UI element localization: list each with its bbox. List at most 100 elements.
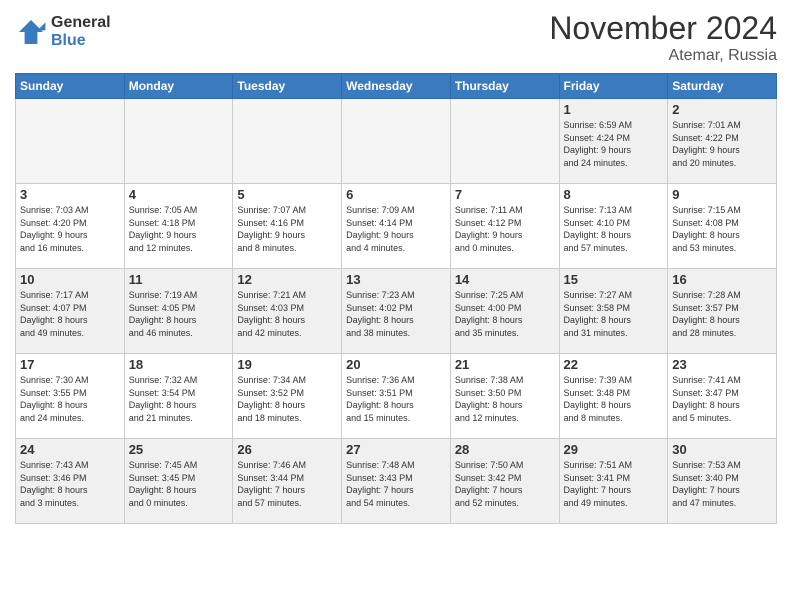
calendar-cell: 2 Sunrise: 7:01 AM Sunset: 4:22 PM Daylig… xyxy=(668,99,777,184)
day-number: 4 xyxy=(129,187,229,202)
calendar-cell: 17 Sunrise: 7:30 AM Sunset: 3:55 PM Dayli… xyxy=(16,354,125,439)
day-info: Sunrise: 7:19 AM Sunset: 4:05 PM Dayligh… xyxy=(129,289,229,339)
day-info: Sunrise: 7:51 AM Sunset: 3:41 PM Dayligh… xyxy=(564,459,664,509)
day-info: Sunrise: 7:03 AM Sunset: 4:20 PM Dayligh… xyxy=(20,204,120,254)
calendar-cell: 11 Sunrise: 7:19 AM Sunset: 4:05 PM Dayli… xyxy=(124,269,233,354)
day-number: 30 xyxy=(672,442,772,457)
day-number: 16 xyxy=(672,272,772,287)
day-number: 17 xyxy=(20,357,120,372)
week-row-4: 17 Sunrise: 7:30 AM Sunset: 3:55 PM Dayli… xyxy=(16,354,777,439)
day-number: 15 xyxy=(564,272,664,287)
day-number: 11 xyxy=(129,272,229,287)
calendar-cell: 29 Sunrise: 7:51 AM Sunset: 3:41 PM Dayli… xyxy=(559,439,668,524)
weekday-header-saturday: Saturday xyxy=(668,74,777,99)
calendar-cell: 18Sunrise: 7:32 AM Sunset: 3:54 PM Dayli… xyxy=(124,354,233,439)
calendar-cell: 20 Sunrise: 7:36 AM Sunset: 3:51 PM Dayli… xyxy=(342,354,451,439)
calendar-cell: 22 Sunrise: 7:39 AM Sunset: 3:48 PM Dayli… xyxy=(559,354,668,439)
day-number: 28 xyxy=(455,442,555,457)
day-number: 1 xyxy=(564,102,664,117)
calendar-cell: 23 Sunrise: 7:41 AM Sunset: 3:47 PM Dayli… xyxy=(668,354,777,439)
logo: General Blue xyxy=(15,14,111,50)
day-info: Sunrise: 7:15 AM Sunset: 4:08 PM Dayligh… xyxy=(672,204,772,254)
calendar-cell: 7 Sunrise: 7:11 AM Sunset: 4:12 PM Daylig… xyxy=(450,184,559,269)
day-number: 14 xyxy=(455,272,555,287)
calendar-cell xyxy=(124,99,233,184)
calendar-cell: 4 Sunrise: 7:05 AM Sunset: 4:18 PM Daylig… xyxy=(124,184,233,269)
calendar-cell: 27 Sunrise: 7:48 AM Sunset: 3:43 PM Dayli… xyxy=(342,439,451,524)
day-info: Sunrise: 7:48 AM Sunset: 3:43 PM Dayligh… xyxy=(346,459,446,509)
calendar-cell: 19 Sunrise: 7:34 AM Sunset: 3:52 PM Dayli… xyxy=(233,354,342,439)
weekday-header-row: SundayMondayTuesdayWednesdayThursdayFrid… xyxy=(16,74,777,99)
day-number: 6 xyxy=(346,187,446,202)
calendar-cell: 15 Sunrise: 7:27 AM Sunset: 3:58 PM Dayli… xyxy=(559,269,668,354)
calendar-cell: 13 Sunrise: 7:23 AM Sunset: 4:02 PM Dayli… xyxy=(342,269,451,354)
day-number: 18 xyxy=(129,357,229,372)
day-info: Sunrise: 7:53 AM Sunset: 3:40 PM Dayligh… xyxy=(672,459,772,509)
header-area: General Blue November 2024 Atemar, Russi… xyxy=(15,10,777,65)
day-info: Sunrise: 7:38 AM Sunset: 3:50 PM Dayligh… xyxy=(455,374,555,424)
calendar-cell: 14Sunrise: 7:25 AM Sunset: 4:00 PM Dayli… xyxy=(450,269,559,354)
day-number: 5 xyxy=(237,187,337,202)
calendar-cell xyxy=(233,99,342,184)
calendar-cell: 30 Sunrise: 7:53 AM Sunset: 3:40 PM Dayli… xyxy=(668,439,777,524)
day-number: 21 xyxy=(455,357,555,372)
weekday-header-wednesday: Wednesday xyxy=(342,74,451,99)
calendar-cell: 24Sunrise: 7:43 AM Sunset: 3:46 PM Dayli… xyxy=(16,439,125,524)
day-number: 27 xyxy=(346,442,446,457)
calendar-cell: 16Sunrise: 7:28 AM Sunset: 3:57 PM Dayli… xyxy=(668,269,777,354)
calendar-cell: 26 Sunrise: 7:46 AM Sunset: 3:44 PM Dayli… xyxy=(233,439,342,524)
weekday-header-tuesday: Tuesday xyxy=(233,74,342,99)
day-info: Sunrise: 7:13 AM Sunset: 4:10 PM Dayligh… xyxy=(564,204,664,254)
day-info: Sunrise: 7:17 AM Sunset: 4:07 PM Dayligh… xyxy=(20,289,120,339)
day-info: Sunrise: 7:07 AM Sunset: 4:16 PM Dayligh… xyxy=(237,204,337,254)
day-info: Sunrise: 7:23 AM Sunset: 4:02 PM Dayligh… xyxy=(346,289,446,339)
weekday-header-sunday: Sunday xyxy=(16,74,125,99)
calendar-cell: 28 Sunrise: 7:50 AM Sunset: 3:42 PM Dayli… xyxy=(450,439,559,524)
day-number: 20 xyxy=(346,357,446,372)
day-info: Sunrise: 7:21 AM Sunset: 4:03 PM Dayligh… xyxy=(237,289,337,339)
logo-text: General Blue xyxy=(51,14,111,50)
day-info: Sunrise: 7:11 AM Sunset: 4:12 PM Dayligh… xyxy=(455,204,555,254)
day-number: 9 xyxy=(672,187,772,202)
calendar-cell: 6 Sunrise: 7:09 AM Sunset: 4:14 PM Daylig… xyxy=(342,184,451,269)
week-row-2: 3Sunrise: 7:03 AM Sunset: 4:20 PM Daylig… xyxy=(16,184,777,269)
location-title: Atemar, Russia xyxy=(549,47,777,65)
day-number: 13 xyxy=(346,272,446,287)
logo-icon xyxy=(15,16,47,48)
day-info: Sunrise: 7:05 AM Sunset: 4:18 PM Dayligh… xyxy=(129,204,229,254)
day-info: Sunrise: 7:46 AM Sunset: 3:44 PM Dayligh… xyxy=(237,459,337,509)
day-number: 10 xyxy=(20,272,120,287)
title-block: November 2024 Atemar, Russia xyxy=(549,10,777,65)
day-info: Sunrise: 7:50 AM Sunset: 3:42 PM Dayligh… xyxy=(455,459,555,509)
page-container: General Blue November 2024 Atemar, Russi… xyxy=(0,0,792,534)
day-info: Sunrise: 7:43 AM Sunset: 3:46 PM Dayligh… xyxy=(20,459,120,509)
day-info: Sunrise: 6:59 AM Sunset: 4:24 PM Dayligh… xyxy=(564,119,664,169)
day-info: Sunrise: 7:41 AM Sunset: 3:47 PM Dayligh… xyxy=(672,374,772,424)
day-number: 7 xyxy=(455,187,555,202)
day-number: 23 xyxy=(672,357,772,372)
calendar-cell: 10 Sunrise: 7:17 AM Sunset: 4:07 PM Dayli… xyxy=(16,269,125,354)
week-row-5: 24Sunrise: 7:43 AM Sunset: 3:46 PM Dayli… xyxy=(16,439,777,524)
calendar-cell xyxy=(450,99,559,184)
day-info: Sunrise: 7:34 AM Sunset: 3:52 PM Dayligh… xyxy=(237,374,337,424)
calendar-cell: 8Sunrise: 7:13 AM Sunset: 4:10 PM Daylig… xyxy=(559,184,668,269)
day-info: Sunrise: 7:30 AM Sunset: 3:55 PM Dayligh… xyxy=(20,374,120,424)
day-info: Sunrise: 7:39 AM Sunset: 3:48 PM Dayligh… xyxy=(564,374,664,424)
calendar-cell: 1 Sunrise: 6:59 AM Sunset: 4:24 PM Daylig… xyxy=(559,99,668,184)
day-number: 26 xyxy=(237,442,337,457)
calendar-cell: 5 Sunrise: 7:07 AM Sunset: 4:16 PM Daylig… xyxy=(233,184,342,269)
calendar-cell: 25Sunrise: 7:45 AM Sunset: 3:45 PM Dayli… xyxy=(124,439,233,524)
calendar-cell xyxy=(342,99,451,184)
week-row-3: 10 Sunrise: 7:17 AM Sunset: 4:07 PM Dayli… xyxy=(16,269,777,354)
weekday-header-thursday: Thursday xyxy=(450,74,559,99)
day-number: 29 xyxy=(564,442,664,457)
day-info: Sunrise: 7:27 AM Sunset: 3:58 PM Dayligh… xyxy=(564,289,664,339)
day-info: Sunrise: 7:09 AM Sunset: 4:14 PM Dayligh… xyxy=(346,204,446,254)
day-number: 19 xyxy=(237,357,337,372)
calendar-table: SundayMondayTuesdayWednesdayThursdayFrid… xyxy=(15,73,777,524)
day-number: 2 xyxy=(672,102,772,117)
day-info: Sunrise: 7:01 AM Sunset: 4:22 PM Dayligh… xyxy=(672,119,772,169)
day-info: Sunrise: 7:36 AM Sunset: 3:51 PM Dayligh… xyxy=(346,374,446,424)
weekday-header-friday: Friday xyxy=(559,74,668,99)
day-number: 22 xyxy=(564,357,664,372)
